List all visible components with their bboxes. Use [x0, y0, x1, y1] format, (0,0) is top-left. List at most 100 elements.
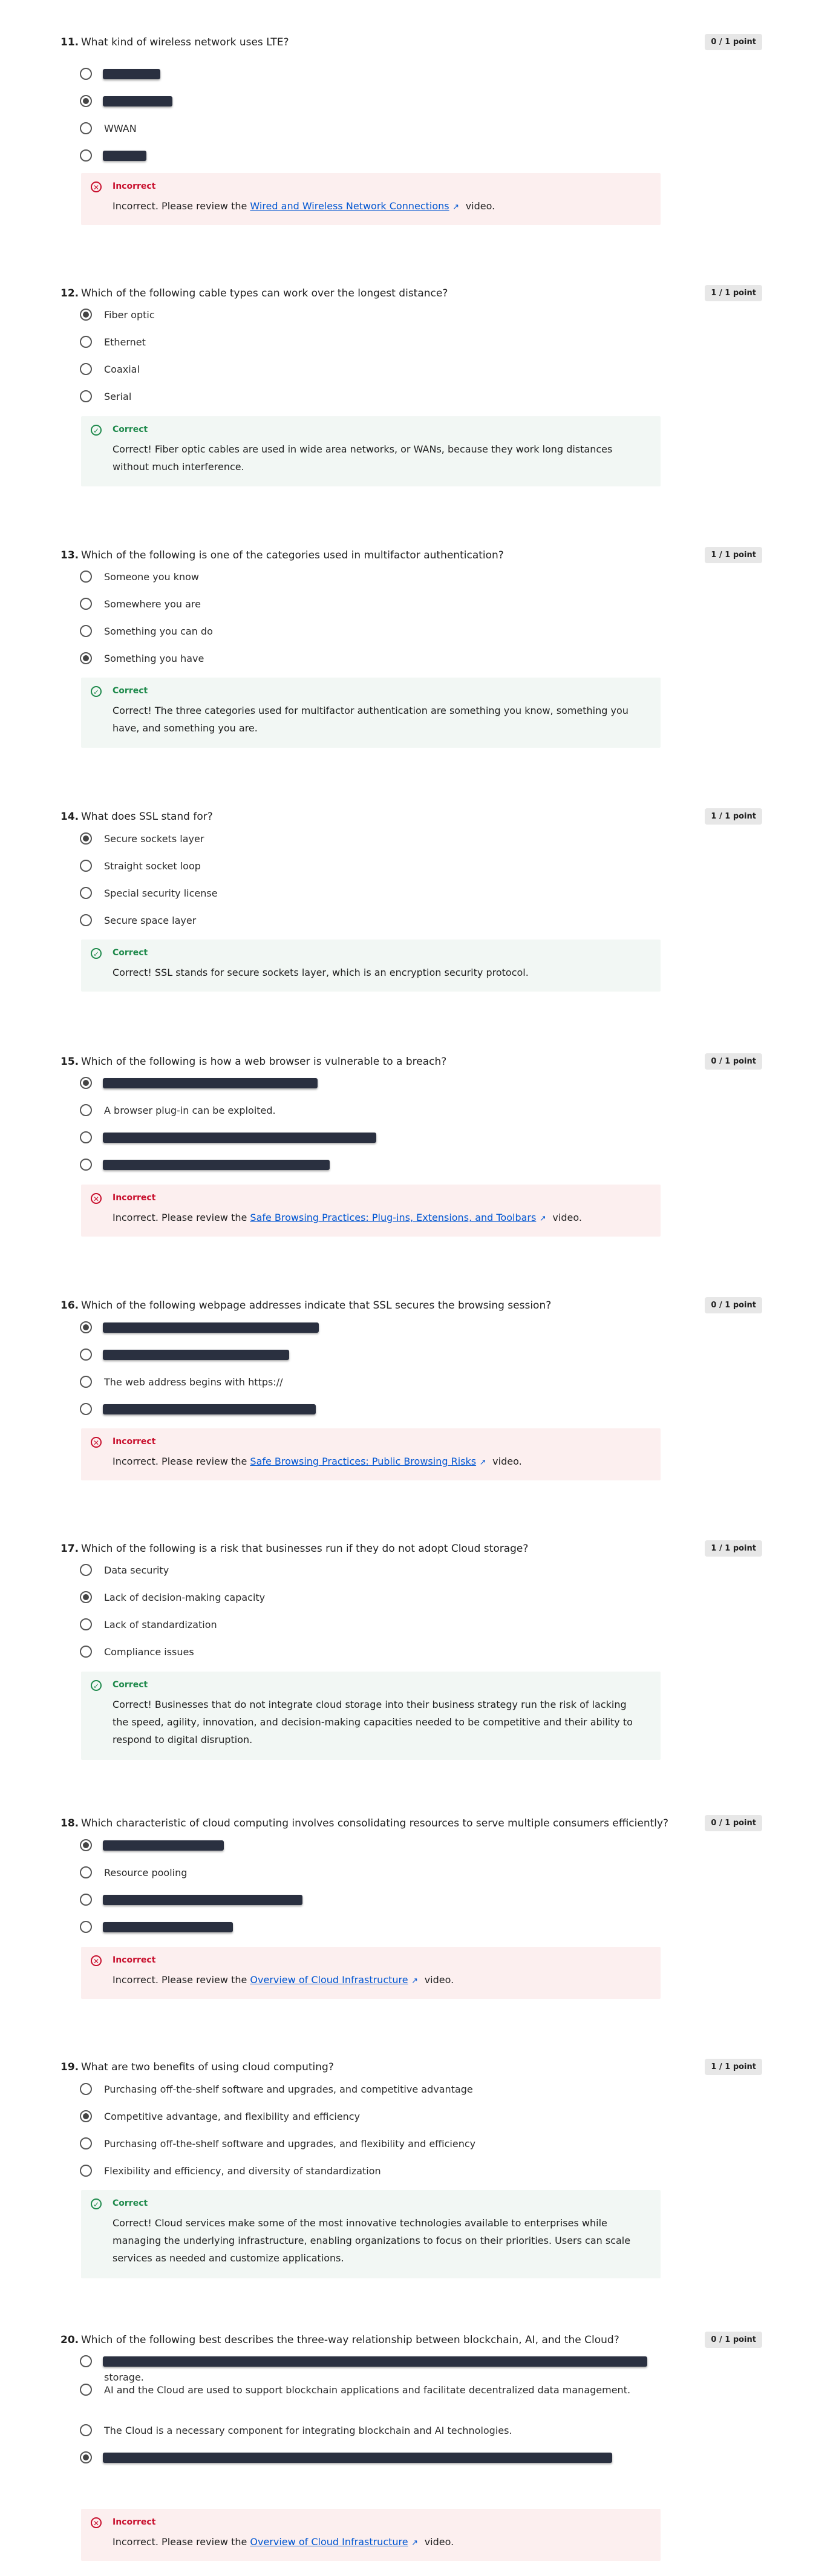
feedback-text: Incorrect. Please review the Overview of… [113, 1971, 645, 1990]
radio-icon[interactable] [80, 1618, 92, 1630]
question-block: 13. Which of the following is one of the … [60, 542, 762, 748]
feedback-incorrect: ✕ Incorrect Incorrect. Please review the S… [81, 1428, 661, 1480]
feedback-correct: ✓ Correct Correct! The three categories us… [81, 678, 661, 748]
question-block: 11. What kind of wireless network uses LT… [60, 29, 762, 225]
feedback-status: Incorrect [113, 2517, 156, 2527]
question-text: Which of the following best describes th… [81, 2334, 619, 2346]
feedback-suffix: video. [421, 2536, 454, 2548]
radio-icon[interactable] [80, 2424, 92, 2436]
option-text: Purchasing off-the-shelf software and up… [104, 2138, 476, 2149]
option-text: Lack of standardization [104, 1619, 217, 1630]
radio-selected-icon[interactable] [80, 309, 92, 321]
question-text: What are two benefits of using cloud com… [81, 2061, 334, 2073]
radio-icon[interactable] [80, 1646, 92, 1658]
question-number: 17. [60, 1543, 79, 1555]
radio-icon[interactable] [80, 363, 92, 375]
external-link-icon[interactable]: ↗ [476, 1454, 489, 1471]
radio-icon[interactable] [80, 68, 92, 80]
question-number: 13. [60, 549, 79, 561]
feedback-text: Incorrect. Please review the Safe Browsi… [113, 1453, 645, 1471]
feedback-status: Correct [113, 948, 148, 958]
radio-icon[interactable] [80, 2083, 92, 2095]
radio-icon[interactable] [80, 1403, 92, 1415]
radio-selected-icon[interactable] [80, 652, 92, 664]
radio-icon[interactable] [80, 887, 92, 899]
quiz-review: 11. What kind of wireless network uses LT… [0, 0, 813, 2576]
redacted-text [103, 1840, 224, 1851]
feedback-prefix: Incorrect. Please review the [113, 1456, 250, 1467]
radio-icon[interactable] [80, 390, 92, 402]
radio-icon[interactable] [80, 2165, 92, 2177]
question-header: 18. Which characteristic of cloud computi… [60, 1810, 762, 1834]
question-number: 12. [60, 287, 79, 299]
radio-icon[interactable] [80, 2137, 92, 2149]
question-text: Which characteristic of cloud computing … [81, 1817, 669, 1829]
review-video-link[interactable]: Safe Browsing Practices: Public Browsing… [250, 1456, 476, 1467]
question-number: 15. [60, 1056, 79, 1068]
radio-icon[interactable] [80, 149, 92, 162]
radio-icon[interactable] [80, 570, 92, 583]
option-text: Competitive advantage, and flexibility a… [104, 2111, 361, 2122]
redacted-text [103, 96, 172, 106]
feedback-status: Correct [113, 425, 148, 434]
review-video-link[interactable]: Overview of Cloud Infrastructure [250, 2536, 408, 2548]
radio-icon[interactable] [80, 1894, 92, 1906]
question-block: 20. Which of the following best describes… [60, 2327, 762, 2561]
radio-selected-icon[interactable] [80, 1591, 92, 1603]
radio-icon[interactable] [80, 1866, 92, 1878]
radio-selected-icon[interactable] [80, 2110, 92, 2122]
radio-icon[interactable] [80, 1131, 92, 1143]
external-link-icon[interactable]: ↗ [449, 198, 463, 216]
radio-icon[interactable] [80, 1104, 92, 1116]
option-text: WWAN [104, 123, 137, 134]
external-link-icon[interactable]: ↗ [408, 2534, 422, 2552]
option-text: Special security license [104, 888, 218, 899]
radio-icon[interactable] [80, 598, 92, 610]
feedback-prefix: Incorrect. Please review the [113, 1974, 250, 1986]
option-text: Purchasing off-the-shelf software and up… [104, 2084, 473, 2095]
feedback-incorrect: ✕ Incorrect Incorrect. Please review the S… [81, 1185, 661, 1237]
review-video-link[interactable]: Wired and Wireless Network Connections [250, 200, 449, 212]
option-text: Coaxial [104, 364, 140, 375]
question-block: 17. Which of the following is a risk that… [60, 1535, 762, 1760]
radio-selected-icon[interactable] [80, 1839, 92, 1851]
question-header: 17. Which of the following is a risk that… [60, 1535, 762, 1560]
option-text: Flexibility and efficiency, and diversit… [104, 2165, 381, 2177]
feedback-prefix: Incorrect. Please review the [113, 2536, 250, 2548]
external-link-icon[interactable]: ↗ [536, 1210, 549, 1228]
x-circle-icon: ✕ [91, 1955, 102, 1966]
option-text: Serial [104, 391, 132, 402]
radio-icon[interactable] [80, 122, 92, 134]
radio-selected-icon[interactable] [80, 95, 92, 107]
radio-selected-icon[interactable] [80, 832, 92, 845]
radio-icon[interactable] [80, 1376, 92, 1388]
radio-selected-icon[interactable] [80, 1077, 92, 1089]
feedback-suffix: video. [421, 1974, 454, 1986]
feedback-text: Correct! The three categories used for m… [113, 705, 629, 734]
review-video-link[interactable]: Overview of Cloud Infrastructure [250, 1974, 408, 1986]
review-video-link[interactable]: Safe Browsing Practices: Plug-ins, Exten… [250, 1212, 536, 1223]
radio-icon[interactable] [80, 914, 92, 926]
score-badge: 0 / 1 point [705, 1297, 762, 1313]
external-link-icon[interactable]: ↗ [408, 1972, 422, 1990]
radio-icon[interactable] [80, 860, 92, 872]
feedback-status: Incorrect [113, 181, 156, 191]
radio-icon[interactable] [80, 625, 92, 637]
radio-selected-icon[interactable] [80, 1321, 92, 1333]
radio-icon[interactable] [80, 1159, 92, 1171]
radio-icon[interactable] [80, 1921, 92, 1933]
radio-icon[interactable] [80, 1564, 92, 1576]
check-circle-icon: ✓ [91, 948, 102, 959]
radio-icon[interactable] [80, 1348, 92, 1361]
x-circle-icon: ✕ [91, 181, 102, 192]
check-circle-icon: ✓ [91, 2198, 102, 2209]
question-header: 12. Which of the following cable types ca… [60, 280, 762, 304]
radio-icon[interactable] [80, 336, 92, 348]
feedback-status: Incorrect [113, 1437, 156, 1447]
question-text: Which of the following is a risk that bu… [81, 1543, 529, 1555]
radio-selected-icon[interactable] [80, 2451, 92, 2463]
option-text: Ethernet [104, 336, 146, 348]
radio-icon[interactable] [80, 2355, 92, 2367]
feedback-text: Correct! Fiber optic cables are used in … [113, 443, 613, 472]
radio-icon[interactable] [80, 2384, 92, 2396]
